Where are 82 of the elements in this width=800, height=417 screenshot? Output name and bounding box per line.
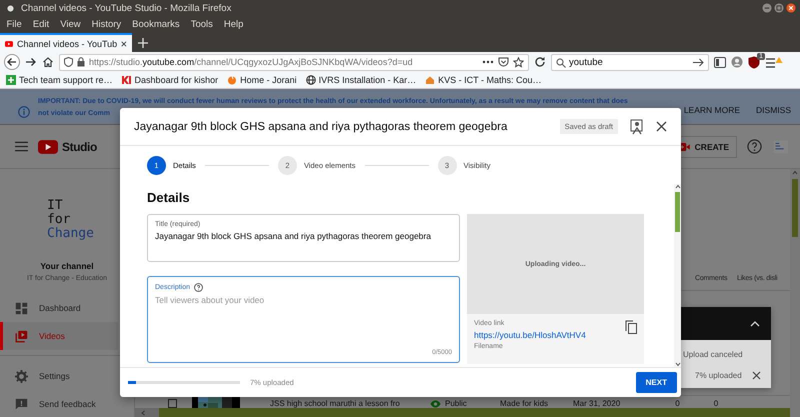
back-icon[interactable]: [4, 54, 20, 70]
banner-button[interactable]: LEARN MORE: [678, 102, 746, 118]
bookmark-item[interactable]: KVS - ICT - Maths: Cou…: [425, 75, 542, 85]
app-icon: [7, 4, 14, 12]
scrollbar-thumb[interactable]: [159, 408, 790, 417]
video-title[interactable]: JSS high school maruthi a lesson fro: [270, 399, 430, 408]
channel-logo: IT for Change: [46, 197, 95, 241]
feedback-icon: [15, 398, 28, 410]
play-logo-icon: [5, 40, 13, 48]
lock-icon: [77, 57, 85, 67]
menu-item[interactable]: Edit: [27, 19, 55, 30]
sidebar-icon[interactable]: [714, 56, 726, 68]
menu-item[interactable]: Help: [218, 19, 249, 30]
more-icon[interactable]: [482, 60, 494, 64]
search-icon: [556, 58, 566, 68]
shield-extension-icon[interactable]: [748, 56, 760, 68]
table-cell-text: 0: [674, 399, 681, 408]
feedback-person-icon[interactable]: [630, 118, 644, 134]
copy-icon[interactable]: [625, 320, 637, 334]
checkbox[interactable]: [168, 399, 177, 408]
menu-item[interactable]: View: [54, 19, 86, 30]
close-icon[interactable]: [656, 121, 667, 132]
next-button[interactable]: NEXT: [636, 372, 677, 393]
play-logo-icon[interactable]: [38, 140, 58, 154]
scrollbar-thumb[interactable]: [792, 179, 798, 237]
browser-tab[interactable]: Channel videos - YouTub: [0, 33, 132, 52]
table-cell-text: Made for kids: [500, 399, 550, 408]
video-link[interactable]: https://youtu.be/HloshAVtHV4: [474, 330, 586, 340]
nav-item[interactable]: Settings: [0, 362, 118, 390]
info-icon: [18, 106, 30, 118]
bookmark-item[interactable]: Tech team support re…: [6, 75, 113, 85]
help-icon[interactable]: [747, 139, 762, 154]
channel-name: Your channel: [39, 261, 95, 271]
shield-icon: [64, 57, 73, 67]
bookmark-item[interactable]: Dashboard for kishor: [122, 75, 218, 85]
search-field[interactable]: youtube: [551, 54, 709, 70]
upload-progress-text: 7% uploaded: [695, 371, 742, 380]
scroll-up-icon[interactable]: [790, 169, 800, 177]
go-arrow-icon[interactable]: [693, 58, 704, 66]
eye-icon: [430, 400, 441, 408]
menu-item[interactable]: Bookmarks: [126, 19, 186, 30]
reload-icon[interactable]: [534, 56, 546, 68]
pocket-icon[interactable]: [498, 57, 509, 67]
scroll-up-icon[interactable]: [674, 184, 680, 189]
table-cell-text: Mar 31, 2020: [573, 399, 622, 408]
menu-item[interactable]: History: [86, 19, 127, 30]
account-icon[interactable]: [731, 56, 743, 68]
window-title: Channel videos - YouTube Studio - Mozilla Firefox: [21, 2, 232, 14]
banner-button[interactable]: DISMISS: [750, 102, 797, 118]
kb-logo-icon: [122, 75, 132, 85]
upload-status: Upload canceled: [682, 349, 744, 359]
menu-item[interactable]: File: [1, 19, 28, 30]
minimize-icon[interactable]: [762, 3, 772, 13]
home-icon[interactable]: [42, 56, 54, 68]
video-library-icon: [15, 330, 28, 342]
globe-icon: [306, 75, 316, 85]
forward-icon[interactable]: [25, 56, 37, 68]
url-text: https://studio.youtube.com/channel/UCqgyxozUJgAxjBoSJNKbqWA/videos?d=ud: [89, 57, 414, 67]
chevron-up-icon[interactable]: [750, 320, 760, 326]
star-icon[interactable]: [513, 56, 524, 68]
new-tab-icon[interactable]: [138, 38, 148, 48]
nav-item[interactable]: Send feedback: [0, 390, 118, 417]
menu-item[interactable]: Tools: [185, 19, 218, 30]
house-logo-icon: [425, 75, 436, 85]
bookmark-plus-icon: [6, 75, 16, 85]
settings-icon: [15, 370, 28, 382]
bookmark-item[interactable]: Home - Jorani: [227, 75, 297, 85]
close-icon[interactable]: [121, 40, 127, 48]
help-icon[interactable]: [194, 283, 204, 292]
bookmark-item[interactable]: IVRS Installation - Kar…: [306, 75, 416, 85]
dialog-title: Jayanagar 9th block GHS apsana and riya pythagoras theorem geogebra: [134, 120, 508, 132]
close-icon[interactable]: [786, 3, 796, 13]
studio-logo: Studio: [62, 140, 97, 154]
table-cell-text: 0: [712, 399, 720, 408]
close-icon[interactable]: [752, 371, 761, 380]
flame-logo-icon: [227, 75, 238, 85]
scroll-down-icon[interactable]: [674, 362, 680, 367]
dashboard-icon: [15, 302, 28, 314]
menu-icon[interactable]: [765, 56, 783, 68]
section-heading: Details: [147, 190, 191, 205]
visibility-label: Public: [445, 399, 467, 408]
nav-item[interactable]: Dashboard: [0, 294, 118, 322]
